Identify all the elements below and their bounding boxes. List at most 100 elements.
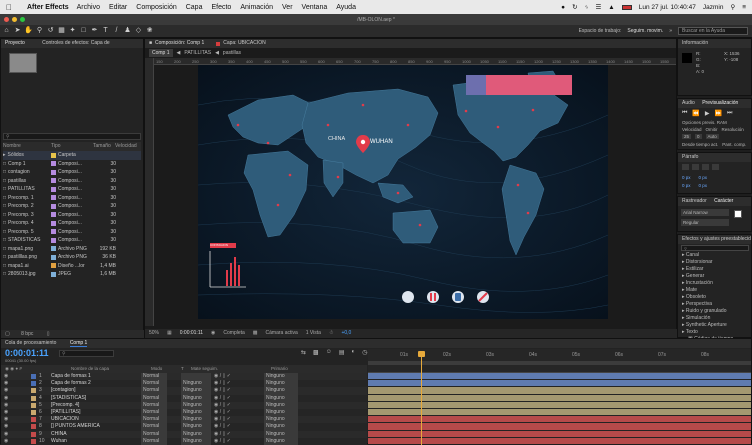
project-item[interactable]: ▸ Sólidos Carpeta	[3, 151, 141, 160]
layer-switches[interactable]: ◉ / ▯ ✓	[214, 380, 264, 387]
rotate-tool-icon[interactable]: ↺	[46, 27, 55, 35]
text-tool-icon[interactable]: T	[101, 27, 110, 35]
project-item[interactable]: □ PATILLITAS Composi... 30	[3, 185, 141, 194]
breadcrumb-pastillas[interactable]: pastillas	[223, 49, 241, 57]
grid-icon[interactable]: ▦	[167, 329, 172, 338]
fps-select[interactable]: 25	[682, 134, 692, 139]
visibility-icon[interactable]: ◉	[1, 395, 31, 402]
menu-ayuda[interactable]: Ayuda	[336, 4, 356, 11]
expand-icon[interactable]: »	[669, 28, 672, 34]
track-matte-select[interactable]	[181, 373, 211, 381]
fill-color-swatch[interactable]	[734, 210, 742, 218]
font-family-select[interactable]: Arial Narrow	[681, 209, 729, 216]
layer-duration-bar[interactable]	[368, 387, 751, 394]
layer-duration-bar[interactable]	[368, 409, 751, 416]
parent-select[interactable]: Ninguno	[264, 380, 298, 388]
apple-icon[interactable]: 	[6, 3, 12, 12]
user-name[interactable]: Jazmin	[703, 4, 724, 11]
effects-category[interactable]: ▸ Distorsionar	[678, 259, 752, 266]
layer-mode-select[interactable]: Normal	[141, 380, 167, 388]
layer-label-color[interactable]	[31, 374, 36, 379]
layer-mode-select[interactable]: Normal	[141, 423, 167, 431]
project-item[interactable]: □ Precomp. 1 Composi... 30	[3, 194, 141, 203]
resolution-select[interactable]: Completa	[223, 329, 244, 338]
parent-select[interactable]: Ninguno	[264, 401, 298, 409]
comp-mini-flowchart-icon[interactable]: ⇆	[301, 349, 306, 356]
folder-icon[interactable]: ▢	[5, 331, 10, 337]
frame-blending-icon[interactable]: ▤	[339, 349, 345, 356]
layer-row[interactable]: ◉ 4 [STADISTICAS] Normal Ninguno ◉ / ▯ ✓ Ningu…	[1, 394, 367, 402]
layer-label-color[interactable]	[31, 395, 36, 401]
project-item[interactable]: □ Precomp. 3 Composi... 30	[3, 211, 141, 220]
layer-mode-select[interactable]: Normal	[141, 394, 167, 402]
selection-tool-icon[interactable]: ➤	[13, 27, 22, 35]
track-matte-select[interactable]: Ninguno	[181, 416, 211, 424]
parent-select[interactable]: Ninguno	[264, 387, 298, 395]
layer-name[interactable]: [] PUNTOS AMERICA	[51, 423, 141, 430]
layer-name[interactable]: Capa de formas 2	[51, 380, 141, 387]
preserve-transparency-checkbox[interactable]	[171, 387, 181, 394]
col-size[interactable]: Tamaño	[93, 142, 115, 151]
play-icon[interactable]: ▶	[705, 110, 710, 117]
layer-name[interactable]: CHINA	[51, 431, 141, 438]
effects-category[interactable]: ▸ Incrustación	[678, 280, 752, 287]
label-color-swatch[interactable]	[51, 178, 56, 183]
label-color-swatch[interactable]	[51, 195, 56, 200]
label-color-swatch[interactable]	[51, 237, 56, 243]
parent-select[interactable]: Ninguno	[264, 430, 298, 438]
transparency-icon[interactable]: ▩	[253, 329, 258, 338]
prev-frame-icon[interactable]: ⏪	[692, 110, 699, 117]
resolution-select-preview[interactable]: Auto	[705, 134, 719, 139]
effects-category[interactable]: ▸ Simulación	[678, 315, 752, 322]
brush-tool-icon[interactable]: /	[112, 27, 121, 35]
parent-select[interactable]: Ninguno	[264, 423, 298, 431]
motion-blur-icon[interactable]: ◐	[352, 349, 356, 356]
wifi-icon[interactable]: ☰	[595, 3, 601, 11]
bluetooth-icon[interactable]: ᛃ	[585, 4, 589, 11]
preserve-transparency-checkbox[interactable]	[171, 431, 181, 438]
tab-paragraph[interactable]: Párrafo	[678, 153, 751, 162]
project-item[interactable]: □ mapa1.png Archivo PNG 192 KB	[3, 245, 141, 254]
layer-mode-select[interactable]: Normal	[141, 373, 167, 381]
track-matte-select[interactable]: Ninguno	[181, 387, 211, 395]
layer-duration-bar[interactable]	[368, 394, 751, 401]
layer-row[interactable]: ◉ 3 [contagion] Normal Ninguno ◉ / ▯ ✓ Ninguno	[1, 387, 367, 395]
parent-select[interactable]: Ninguno	[264, 409, 298, 417]
timeline-timecode[interactable]: 0:00:01:11	[5, 348, 49, 358]
layer-mode-select[interactable]: Normal	[141, 401, 167, 409]
tab-preview[interactable]: Previsualización	[702, 100, 738, 106]
layer-row[interactable]: ◉ 8 [] PUNTOS AMERICA Normal Ninguno ◉ / ▯ ✓ N…	[1, 423, 367, 431]
tab-project[interactable]: Proyecto	[5, 40, 25, 46]
label-color-swatch[interactable]	[51, 229, 56, 234]
project-search-input[interactable]: ⚲	[3, 133, 141, 140]
tab-tracker[interactable]: Rastreador	[682, 198, 707, 204]
ram-preview-options[interactable]: Opciones previs. RAM	[682, 120, 727, 125]
project-item[interactable]: □ mapa1.ai Diseño ...lor 1,4 MB	[3, 262, 141, 271]
tab-info[interactable]: Información	[678, 39, 751, 48]
preserve-transparency-checkbox[interactable]	[171, 373, 181, 380]
space-before-value[interactable]: 0 px	[682, 183, 691, 188]
col-name[interactable]: Nombre	[3, 142, 51, 151]
shy-icon[interactable]: ☺	[326, 349, 332, 356]
justify-icon[interactable]	[712, 164, 719, 170]
effects-category[interactable]: ▸ Texto	[678, 329, 752, 336]
menu-ventana[interactable]: Ventana	[302, 4, 328, 11]
track-matte-select[interactable]: Ninguno	[181, 394, 211, 402]
playhead[interactable]	[421, 351, 422, 445]
layer-row[interactable]: ◉ 7 UBICACION Normal Ninguno ◉ / ▯ ✓ Ninguno	[1, 416, 367, 424]
skip-select[interactable]: 0	[695, 134, 702, 139]
tab-character[interactable]: Carácter	[714, 198, 733, 204]
menu-composicion[interactable]: Composición	[136, 4, 176, 11]
effects-category[interactable]: ▸ Generar	[678, 273, 752, 280]
tab-effect-controls[interactable]: Controles de efectos: Capa de	[42, 40, 110, 46]
project-item[interactable]: □ pastillas Composi... 30	[3, 177, 141, 186]
layer-duration-bar[interactable]	[368, 401, 751, 408]
project-item[interactable]: □ Precomp. 2 Composi... 30	[3, 202, 141, 211]
menu-editar[interactable]: Editar	[109, 4, 127, 11]
layer-label-color[interactable]	[31, 402, 36, 408]
layer-switches[interactable]: ◉ / ▯ ✓	[214, 423, 264, 430]
last-frame-icon[interactable]: ⏭	[727, 110, 732, 117]
label-color-swatch[interactable]	[51, 152, 56, 158]
label-color-swatch[interactable]	[51, 246, 56, 251]
label-color-swatch[interactable]	[51, 271, 56, 277]
